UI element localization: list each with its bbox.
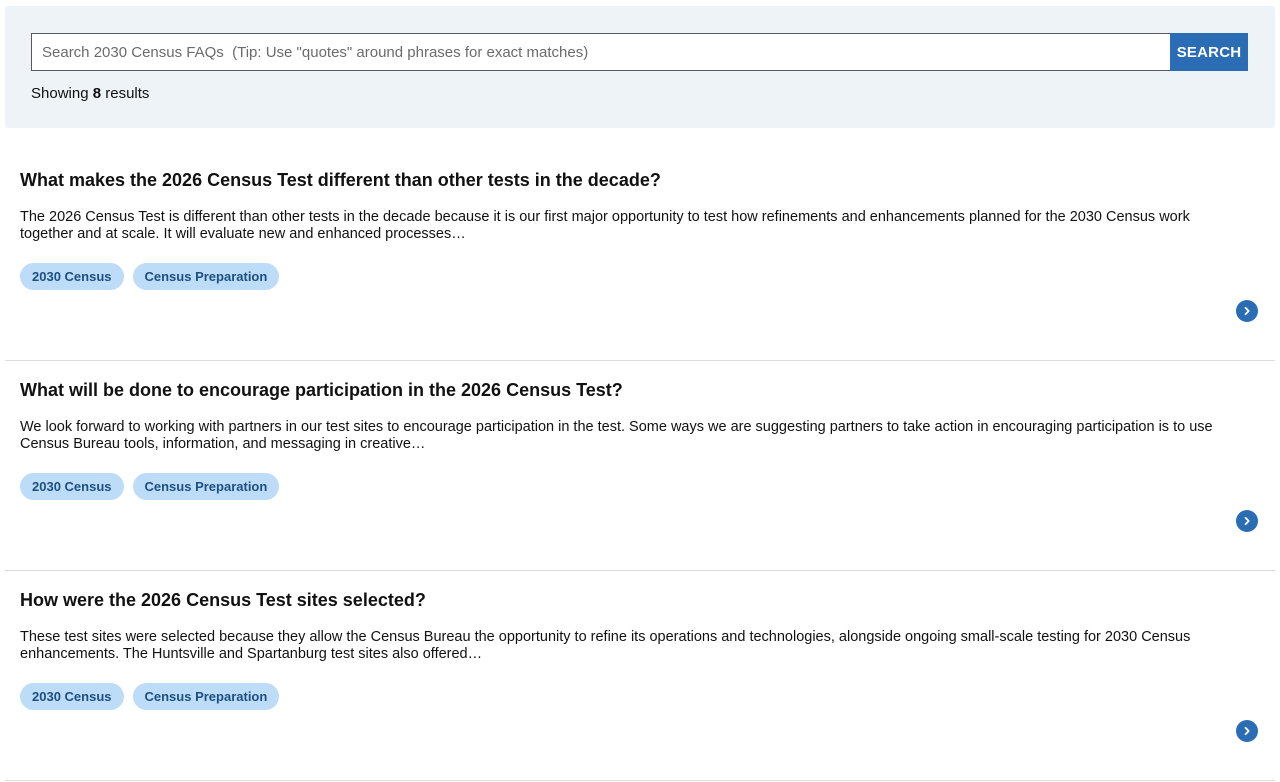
faq-item: How were the 2026 Census Test sites sele… [5,572,1275,781]
search-input[interactable] [31,33,1170,71]
faq-snippet: The 2026 Census Test is different than o… [20,209,1190,242]
faq-tags: 2030 Census Census Preparation [20,473,280,500]
results-count-number: 8 [92,85,102,102]
faq-tags: 2030 Census Census Preparation [20,683,280,710]
faq-item: What will be done to encourage participa… [5,362,1275,571]
tag-2030-census[interactable]: 2030 Census [20,683,124,710]
results-count-prefix: Showing [31,85,93,102]
faq-item: What makes the 2026 Census Test differen… [5,152,1275,361]
tag-2030-census[interactable]: 2030 Census [20,473,124,500]
faq-title[interactable]: What makes the 2026 Census Test differen… [20,170,661,191]
tag-census-preparation[interactable]: Census Preparation [132,683,280,710]
search-panel: SEARCH Showing 8 results [5,6,1275,128]
tag-census-preparation[interactable]: Census Preparation [132,473,280,500]
faq-title[interactable]: What will be done to encourage participa… [20,380,623,401]
faq-snippet: We look forward to working with partners… [20,419,1213,452]
faq-tags: 2030 Census Census Preparation [20,263,280,290]
faq-title[interactable]: How were the 2026 Census Test sites sele… [20,590,426,611]
results-count: Showing 8 results [31,85,149,102]
tag-2030-census[interactable]: 2030 Census [20,263,124,290]
chevron-right-icon[interactable] [1236,720,1258,742]
results-count-suffix: results [101,85,150,102]
search-bar: SEARCH [31,33,1248,71]
chevron-right-icon[interactable] [1236,300,1258,322]
faq-snippet: These test sites were selected because t… [20,629,1191,662]
chevron-right-icon[interactable] [1236,510,1258,532]
search-button[interactable]: SEARCH [1170,33,1248,71]
faq-list: What makes the 2026 Census Test differen… [5,152,1275,782]
tag-census-preparation[interactable]: Census Preparation [132,263,280,290]
